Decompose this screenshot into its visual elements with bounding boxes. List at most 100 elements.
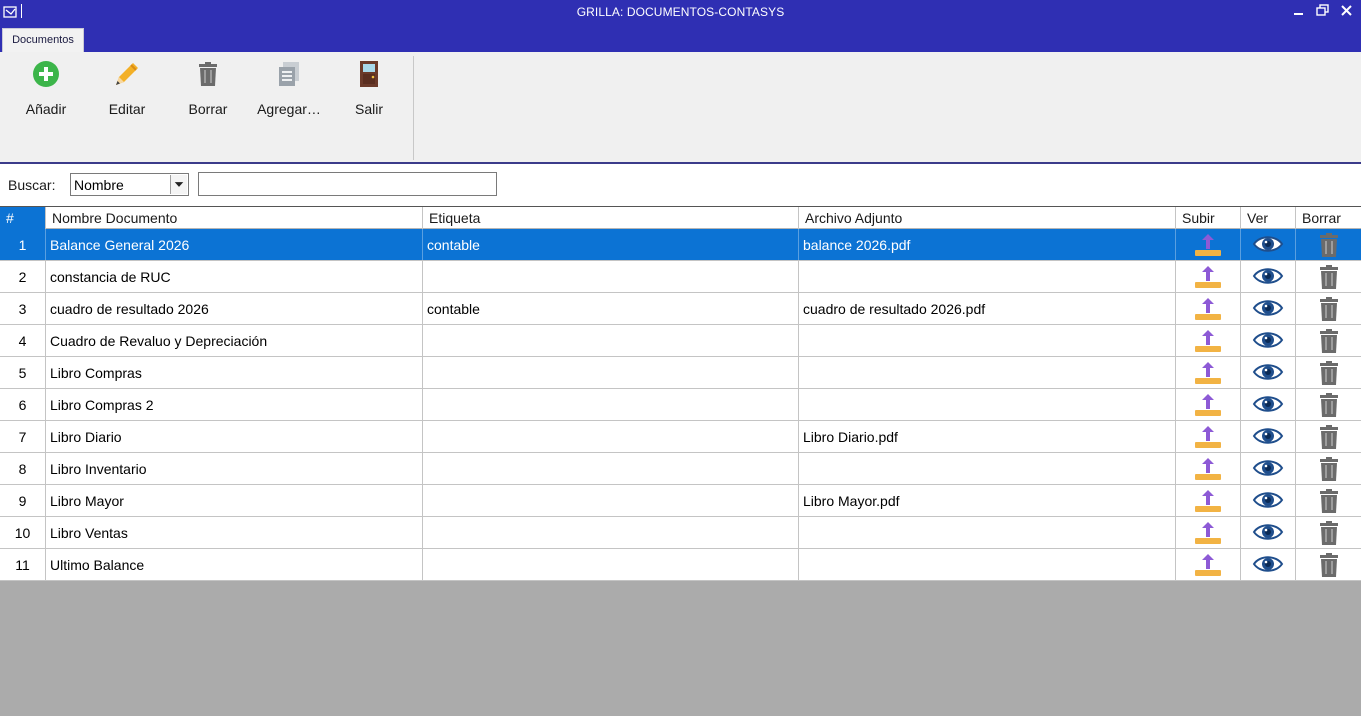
add-documents-button[interactable]: Agregar… [249, 58, 329, 118]
table-row[interactable]: 1 Balance General 2026 contable balance 202… [0, 229, 1361, 261]
row-upload-button[interactable] [1176, 389, 1241, 420]
row-attached-file [799, 389, 1176, 420]
table-row[interactable]: 11 Ultimo Balance [0, 549, 1361, 581]
row-document-name: Libro Compras 2 [46, 389, 423, 420]
row-attached-file [799, 357, 1176, 388]
row-view-button[interactable] [1241, 229, 1296, 260]
column-header-delete[interactable]: Borrar [1296, 207, 1361, 229]
tab-documentos[interactable]: Documentos [2, 28, 84, 52]
row-view-button[interactable] [1241, 485, 1296, 516]
delete-button[interactable]: Borrar [168, 58, 248, 118]
row-attached-file [799, 453, 1176, 484]
row-delete-button[interactable] [1296, 229, 1361, 260]
row-tag [423, 549, 799, 580]
row-document-name: Libro Inventario [46, 453, 423, 484]
column-header-view[interactable]: Ver [1241, 207, 1296, 229]
row-number: 9 [0, 485, 46, 516]
table-row[interactable]: 4 Cuadro de Revaluo y Depreciación [0, 325, 1361, 357]
row-tag [423, 389, 799, 420]
column-header-name[interactable]: Nombre Documento [46, 207, 423, 229]
column-header-number[interactable]: # [0, 207, 46, 229]
row-number: 1 [0, 229, 46, 260]
exit-button-label: Salir [354, 101, 383, 117]
window-title: GRILLA: DOCUMENTOS-CONTASYS [576, 5, 785, 19]
table-row[interactable]: 5 Libro Compras [0, 357, 1361, 389]
row-view-button[interactable] [1241, 453, 1296, 484]
column-header-upload[interactable]: Subir [1176, 207, 1241, 229]
row-document-name: constancia de RUC [46, 261, 423, 292]
row-delete-button[interactable] [1296, 389, 1361, 420]
row-upload-button[interactable] [1176, 325, 1241, 356]
restore-icon[interactable] [1313, 2, 1333, 20]
row-view-button[interactable] [1241, 293, 1296, 324]
row-attached-file [799, 325, 1176, 356]
row-view-button[interactable] [1241, 421, 1296, 452]
row-document-name: Libro Mayor [46, 485, 423, 516]
row-delete-button[interactable] [1296, 453, 1361, 484]
row-view-button[interactable] [1241, 517, 1296, 548]
row-attached-file: cuadro de resultado 2026.pdf [799, 293, 1176, 324]
row-delete-button[interactable] [1296, 261, 1361, 292]
search-field-dropdown[interactable]: Nombre [70, 173, 189, 196]
delete-button-label: Borrar [188, 101, 228, 117]
row-view-button[interactable] [1241, 549, 1296, 580]
row-upload-button[interactable] [1176, 549, 1241, 580]
row-view-button[interactable] [1241, 325, 1296, 356]
row-upload-button[interactable] [1176, 421, 1241, 452]
row-number: 10 [0, 517, 46, 548]
trash-icon [199, 62, 217, 86]
row-upload-button[interactable] [1176, 517, 1241, 548]
row-view-button[interactable] [1241, 357, 1296, 388]
chevron-down-icon[interactable] [170, 175, 187, 194]
row-upload-button[interactable] [1176, 293, 1241, 324]
table-row[interactable]: 9 Libro Mayor Libro Mayor.pdf [0, 485, 1361, 517]
edit-button[interactable]: Editar [87, 58, 167, 118]
row-tag [423, 357, 799, 388]
search-label: Buscar: [8, 177, 56, 193]
grid-header: # Nombre Documento Etiqueta Archivo Adju… [0, 207, 1361, 229]
minimize-icon[interactable] [1289, 2, 1309, 20]
row-delete-button[interactable] [1296, 293, 1361, 324]
row-view-button[interactable] [1241, 261, 1296, 292]
search-input[interactable] [198, 172, 497, 196]
door-icon [360, 61, 378, 87]
table-row[interactable]: 8 Libro Inventario [0, 453, 1361, 485]
documents-icon [279, 62, 299, 86]
row-delete-button[interactable] [1296, 325, 1361, 356]
exit-button[interactable]: Salir [329, 58, 409, 118]
table-row[interactable]: 6 Libro Compras 2 [0, 389, 1361, 421]
row-upload-button[interactable] [1176, 229, 1241, 260]
row-delete-button[interactable] [1296, 485, 1361, 516]
row-upload-button[interactable] [1176, 453, 1241, 484]
row-number: 5 [0, 357, 46, 388]
close-icon[interactable] [1337, 2, 1357, 20]
row-delete-button[interactable] [1296, 421, 1361, 452]
ribbon-divider [413, 56, 414, 160]
row-tag: contable [423, 293, 799, 324]
ribbon-tab-strip: Documentos [0, 26, 1361, 52]
row-upload-button[interactable] [1176, 261, 1241, 292]
row-delete-button[interactable] [1296, 517, 1361, 548]
search-bar: Buscar: Nombre [0, 164, 1361, 206]
add-button-label: Añadir [25, 101, 67, 117]
table-row[interactable]: 7 Libro Diario Libro Diario.pdf [0, 421, 1361, 453]
table-row[interactable]: 3 cuadro de resultado 2026 contable cuadro … [0, 293, 1361, 325]
row-tag [423, 517, 799, 548]
row-delete-button[interactable] [1296, 549, 1361, 580]
row-tag [423, 261, 799, 292]
row-view-button[interactable] [1241, 389, 1296, 420]
row-attached-file: Libro Mayor.pdf [799, 485, 1176, 516]
add-icon [33, 61, 59, 87]
column-header-file[interactable]: Archivo Adjunto [799, 207, 1176, 229]
row-document-name: Balance General 2026 [46, 229, 423, 260]
row-number: 4 [0, 325, 46, 356]
table-row[interactable]: 2 constancia de RUC [0, 261, 1361, 293]
row-upload-button[interactable] [1176, 485, 1241, 516]
row-delete-button[interactable] [1296, 357, 1361, 388]
add-button[interactable]: Añadir [6, 58, 86, 118]
table-row[interactable]: 10 Libro Ventas [0, 517, 1361, 549]
row-upload-button[interactable] [1176, 357, 1241, 388]
column-header-tag[interactable]: Etiqueta [423, 207, 799, 229]
app-window: GRILLA: DOCUMENTOS-CONTASYS Documentos A… [0, 0, 1361, 716]
title-bar: GRILLA: DOCUMENTOS-CONTASYS [0, 0, 1361, 26]
